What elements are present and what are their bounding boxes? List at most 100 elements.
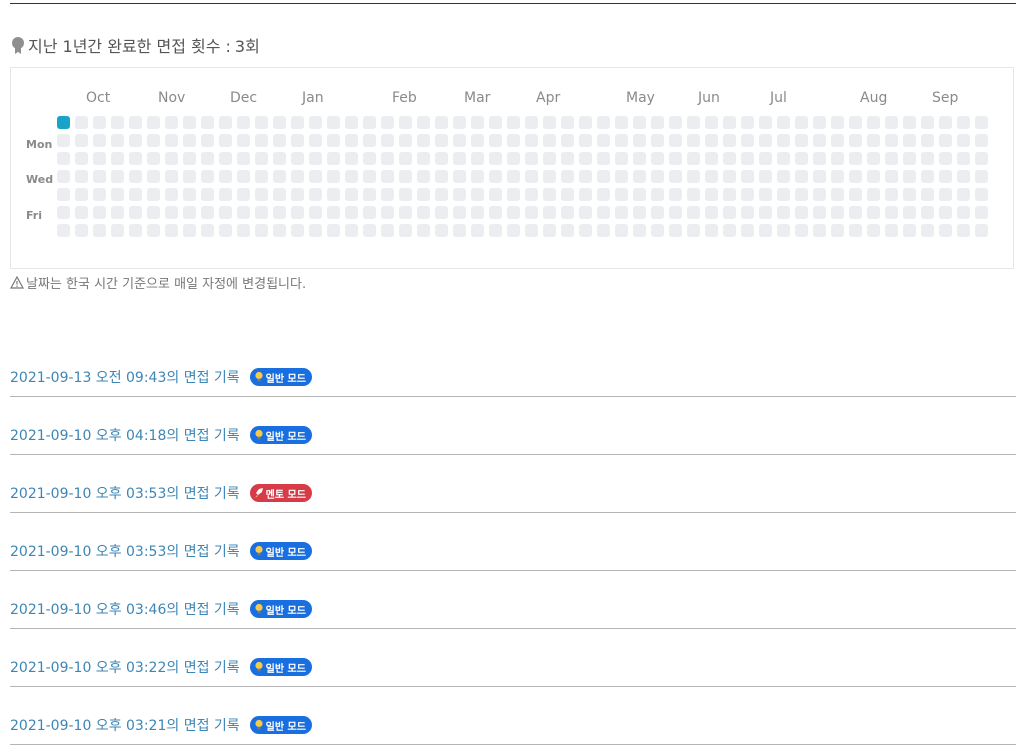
calendar-day-cell [147,188,160,201]
calendar-day-cell [453,134,466,147]
calendar-day-cell [813,152,826,165]
calendar-day-cell [777,116,790,129]
calendar-day-cell [975,206,988,219]
record-link[interactable]: 2021-09-10 오후 03:53의 면접 기록 [10,483,240,503]
calendar-day-cell [831,206,844,219]
calendar-day-cell [579,152,592,165]
calendar-day-cell [75,224,88,237]
calendar-day-cell [93,134,106,147]
calendar-day-cell [633,134,646,147]
calendar-day-cell [489,188,502,201]
calendar-day-cell [489,224,502,237]
calendar-day-cell [795,224,808,237]
calendar-day-cell [381,170,394,183]
month-label: Jul [770,90,787,106]
calendar-day-cell [651,134,664,147]
month-label: Feb [392,90,417,106]
calendar-day-cell [471,170,484,183]
calendar-day-cell [309,206,322,219]
calendar-day-cell [705,134,718,147]
calendar-day-cell [237,170,250,183]
calendar-day-cell [543,152,556,165]
calendar-day-cell [849,116,862,129]
calendar-day-cell [597,116,610,129]
calendar-day-cell [903,224,916,237]
calendar-day-cell [399,152,412,165]
calendar-day-cell [921,206,934,219]
record-link[interactable]: 2021-09-10 오후 04:18의 면접 기록 [10,425,240,445]
calendar-day-cell [777,134,790,147]
warning-icon [10,276,24,289]
calendar-day-cell [219,224,232,237]
calendar-day-cell [651,224,664,237]
calendar-day-cell [525,134,538,147]
calendar-day-cell [417,152,430,165]
calendar-day-cell [597,224,610,237]
calendar-day-cell [867,206,880,219]
calendar-day-cell [327,206,340,219]
calendar-day-cell [471,152,484,165]
calendar-day-cell [453,188,466,201]
top-divider [10,3,1016,4]
medal-icon [10,36,26,54]
calendar-day-cell [615,188,628,201]
calendar-day-cell [93,188,106,201]
calendar-day-cell [327,116,340,129]
calendar-day-cell [525,152,538,165]
normal-mode-badge: 일반 모드 [249,600,312,618]
calendar-day-cell [471,116,484,129]
calendar-day-cell [453,206,466,219]
calendar-day-cell [507,206,520,219]
calendar-day-cell [273,188,286,201]
month-label: Jan [302,90,324,106]
calendar-day-cell [453,152,466,165]
calendar-day-cell [165,224,178,237]
record-link[interactable]: 2021-09-10 오후 03:22의 면접 기록 [10,657,240,677]
calendar-day-cell [885,116,898,129]
calendar-day-cell [579,188,592,201]
month-label: Nov [158,90,186,106]
record-row: 2021-09-10 오후 03:46의 면접 기록 일반 모드 [10,572,1016,629]
calendar-day-cell [255,170,268,183]
calendar-day-cell [183,170,196,183]
calendar-day-cell [561,170,574,183]
record-row: 2021-09-10 오후 03:22의 면접 기록 일반 모드 [10,630,1016,687]
record-link[interactable]: 2021-09-10 오후 03:21의 면접 기록 [10,715,240,735]
interview-record-list: 2021-09-13 오전 09:43의 면접 기록 일반 모드 2021-09-1… [10,340,1016,746]
calendar-day-cell [615,170,628,183]
record-link[interactable]: 2021-09-10 오후 03:53의 면접 기록 [10,541,240,561]
calendar-day-cell [813,116,826,129]
calendar-day-cell [93,116,106,129]
rocket-icon [254,488,263,498]
calendar-day-cell [705,206,718,219]
calendar-day-cell [957,116,970,129]
calendar-day-cell [183,116,196,129]
calendar-day-cell [453,224,466,237]
calendar-day-cell [111,206,124,219]
calendar-day-cell [813,170,826,183]
calendar-day-cell [615,116,628,129]
calendar-day-cell [291,134,304,147]
calendar-day-cell [867,224,880,237]
calendar-day-cell [237,116,250,129]
calendar-day-cell [381,134,394,147]
calendar-day-cell [147,206,160,219]
record-link[interactable]: 2021-09-13 오전 09:43의 면접 기록 [10,367,240,387]
calendar-day-cell [849,206,862,219]
calendar-day-cell [111,134,124,147]
calendar-day-cell [759,188,772,201]
calendar-day-cell [111,188,124,201]
calendar-day-cell [129,188,142,201]
calendar-day-cell [795,206,808,219]
badge-label: 일반 모드 [265,605,306,617]
calendar-day-cell [291,170,304,183]
record-link[interactable]: 2021-09-10 오후 03:46의 면접 기록 [10,599,240,619]
calendar-day-cell [885,224,898,237]
calendar-day-cell [219,170,232,183]
lightbulb-icon [255,719,263,730]
calendar-day-cell [723,188,736,201]
calendar-day-cell [939,188,952,201]
calendar-day-cell [723,224,736,237]
calendar-day-cell [705,188,718,201]
calendar-day-cell [255,152,268,165]
